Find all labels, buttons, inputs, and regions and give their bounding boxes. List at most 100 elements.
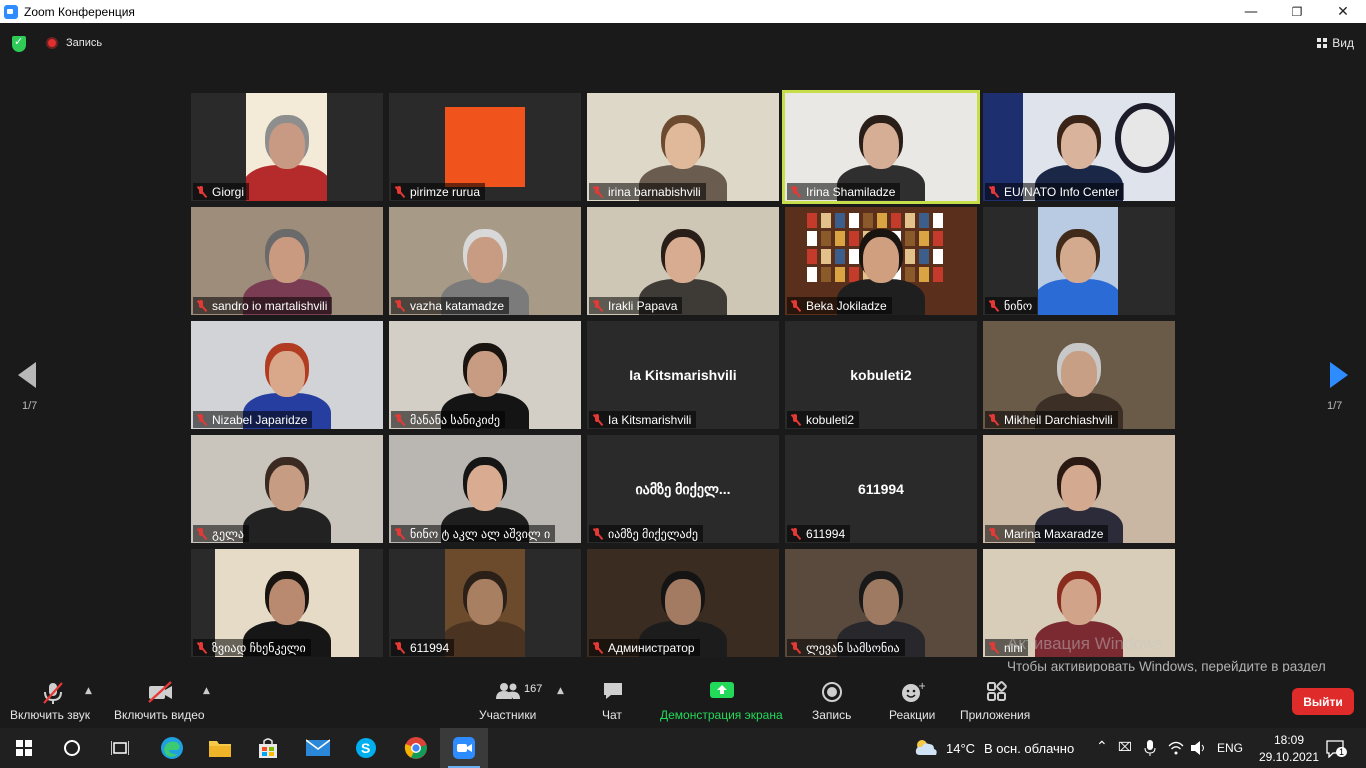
participant-tile[interactable]: pirimze rurua [389,93,581,201]
svg-text:+: + [918,681,925,692]
apps-icon [987,681,1007,701]
participant-tile[interactable]: Ia Kitsmarishvili Ia Kitsmarishvili [587,321,779,429]
windows-taskbar: S 14°C В осн. облачно ⌃ ⌧ ENG 18:09 29.1… [0,728,1366,768]
chat-bubble-icon [604,683,622,699]
participant-name: pirimze rurua [410,184,481,199]
weather-temperature[interactable]: 14°C [946,741,975,756]
participant-tile[interactable]: ნინო ტ აკლ ალ აშვილ ი [389,435,581,543]
restore-button[interactable]: ❐ [1274,0,1320,23]
tray-chevron-up-icon[interactable]: ⌃ [1096,738,1108,755]
participant-tile[interactable]: vazha katamadze [389,207,581,315]
participant-nameplate: EU/NATO Info Center [985,183,1124,200]
participant-tile[interactable]: ზვიად ჩხენკელი [191,549,383,657]
participant-name: sandro io martalishvili [212,298,328,313]
audio-options-chevron-icon[interactable]: ▲ [85,686,92,696]
muted-mic-icon [791,185,800,198]
wifi-icon[interactable] [1168,740,1184,756]
meeting-topbar: Запись Вид [0,23,1366,63]
participant-tile[interactable]: ნინო [983,207,1175,315]
unmute-button[interactable]: Включить звук [10,672,94,728]
share-screen-icon [710,682,734,698]
taskbar-skype[interactable]: S [342,728,390,768]
taskbar-chrome[interactable] [392,728,440,768]
participant-tile[interactable]: EU/NATO Info Center [983,93,1175,201]
participant-tile[interactable]: Beka Jokiladze [785,207,977,315]
leave-meeting-button[interactable]: Выйти [1292,688,1354,715]
participant-tile[interactable]: irina barnabishvili [587,93,779,201]
taskbar-zoom[interactable] [440,728,488,768]
active-speaker-tile[interactable]: Irina Shamiladze [782,90,980,204]
window-titlebar: Zoom Конференция — ❐ ✕ [0,0,1366,23]
participant-silhouette [1038,279,1118,315]
previous-page-arrow-icon[interactable] [18,362,36,388]
participant-tile[interactable]: kobuleti2 kobuleti2 [785,321,977,429]
svg-text:S: S [361,740,370,756]
network-status-icon[interactable]: ⌧ [1118,740,1132,754]
task-view-button[interactable] [96,728,144,768]
taskbar-file-explorer[interactable] [196,728,244,768]
participant-name: Mikheil Darchiashvili [1004,412,1113,427]
clock-date[interactable]: 29.10.2021 [1252,750,1326,764]
input-language[interactable]: ENG [1217,741,1243,755]
close-button[interactable]: ✕ [1320,0,1366,23]
participant-name: Beka Jokiladze [806,298,887,313]
chat-button[interactable]: Чат [598,672,628,728]
participant-name: 611994 [806,526,846,541]
record-button[interactable]: Запись [810,672,854,728]
muted-mic-icon [395,299,404,312]
minimize-button[interactable]: — [1228,0,1274,23]
encryption-shield-icon[interactable] [12,35,26,52]
participant-tile[interactable]: Irakli Papava [587,207,779,315]
weather-description[interactable]: В осн. облачно [984,741,1074,756]
participant-tile[interactable]: Marina Maxaradze [983,435,1175,543]
participant-tile[interactable]: Администратор [587,549,779,657]
taskbar-store[interactable] [244,728,292,768]
participant-name: Администратор [608,640,695,655]
zoom-app-icon [453,737,475,759]
next-page-arrow-icon[interactable] [1330,362,1348,388]
meeting-toolbar: Включить звук ▲ Включить видео ▲ 167 Уча… [0,672,1366,728]
participants-button[interactable]: 167 Участники [478,672,548,728]
participant-tile[interactable]: გელა [191,435,383,543]
muted-mic-icon [791,413,800,426]
taskbar-edge[interactable] [148,728,196,768]
start-button[interactable] [0,728,48,768]
reactions-button[interactable]: + Реакции [888,672,938,728]
share-screen-label: Демонстрация экрана [660,708,783,722]
smiley-plus-icon: + [902,681,925,702]
participants-options-chevron-icon[interactable]: ▲ [557,686,564,696]
participant-nameplate: ნინო [985,297,1038,314]
participant-tile[interactable]: Giorgi [191,93,383,201]
participant-tile[interactable]: Mikheil Darchiashvili [983,321,1175,429]
participant-name: irina barnabishvili [608,184,701,199]
video-options-chevron-icon[interactable]: ▲ [203,686,210,696]
participant-tile[interactable]: sandro io martalishvili [191,207,383,315]
reactions-label: Реакции [889,708,936,722]
participant-name: Nizabel Japaridze [212,412,308,427]
participant-tile[interactable]: იამზე მიქელ... იამზე მიქელაძე [587,435,779,543]
participant-tile[interactable]: ლევან სამსონია [785,549,977,657]
microphone-tray-icon[interactable] [1144,740,1156,756]
recording-label[interactable]: Запись [66,37,102,49]
view-button[interactable]: Вид [1317,36,1354,50]
participant-tile[interactable]: მანანა სანიკიძე [389,321,581,429]
volume-icon[interactable] [1190,740,1208,756]
search-button[interactable] [48,728,96,768]
share-screen-button[interactable]: Демонстрация экрана [660,672,786,728]
participants-icon [496,683,520,699]
clock-time[interactable]: 18:09 [1266,733,1312,747]
participant-tile[interactable]: 611994 [389,549,581,657]
apps-button[interactable]: Приложения [958,672,1036,728]
taskbar-mail[interactable] [294,728,342,768]
unmute-label: Включить звук [10,708,91,722]
participant-tile[interactable]: 611994 611994 [785,435,977,543]
muted-mic-icon [989,527,998,540]
muted-mic-icon [989,641,998,654]
window-title: Zoom Конференция [24,4,135,19]
apps-label: Приложения [960,708,1031,722]
participant-tile[interactable]: Nizabel Japaridze [191,321,383,429]
start-video-button[interactable]: Включить видео [114,672,208,728]
participant-name: მანანა სანიკიძე [410,412,500,427]
participant-nameplate: pirimze rurua [391,183,486,200]
participant-name: ნინო [1004,298,1033,313]
